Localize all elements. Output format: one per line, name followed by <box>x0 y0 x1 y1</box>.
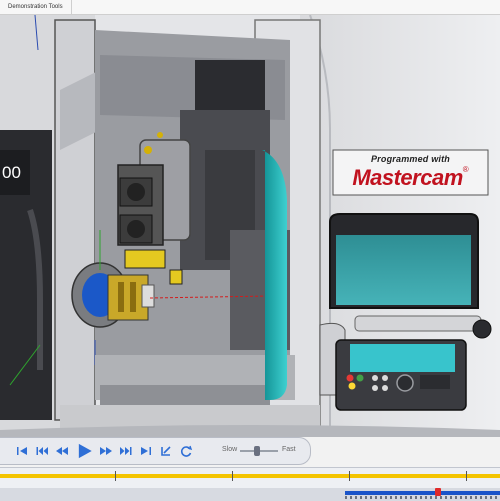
step-forward-icon <box>120 447 132 455</box>
badge-brand-row: Mastercam® <box>333 165 488 191</box>
skip-to-start-button[interactable] <box>14 443 30 459</box>
teal-accent-strip <box>262 150 287 400</box>
timeline-track[interactable] <box>0 474 500 478</box>
timeline-playhead-marker[interactable] <box>435 488 441 496</box>
reset-button[interactable] <box>158 443 174 459</box>
timeline-tick <box>466 471 467 481</box>
loop-button[interactable] <box>178 443 194 459</box>
fast-label: Fast <box>282 446 296 453</box>
play-button[interactable] <box>74 441 94 461</box>
simulation-timeline[interactable] <box>0 467 500 501</box>
playback-bar: Slow Fast <box>0 437 311 465</box>
loop-icon <box>180 445 193 457</box>
play-icon <box>78 443 92 459</box>
machine-scene <box>0 15 500 437</box>
timeline-tick <box>232 471 233 481</box>
skip-to-start-icon <box>17 447 27 455</box>
speed-slider-knob[interactable] <box>254 446 261 456</box>
rewind-button[interactable] <box>54 443 70 459</box>
badge-registered-mark: ® <box>462 165 469 174</box>
skip-to-end-button[interactable] <box>138 443 154 459</box>
timeline-tick <box>349 471 350 481</box>
fast-forward-button[interactable] <box>98 443 114 459</box>
rewind-icon <box>56 447 68 455</box>
timeline-operation-segment <box>345 491 500 495</box>
skip-to-end-icon <box>141 447 151 455</box>
slow-label: Slow <box>222 446 238 453</box>
menu-tab-demonstration-tools[interactable]: Demonstration Tools <box>0 0 72 14</box>
spindle-display-readout: 00 <box>2 163 21 182</box>
step-forward-button[interactable] <box>118 443 134 459</box>
timeline-event-dots <box>345 496 500 499</box>
reset-icon <box>161 446 171 456</box>
fast-forward-icon <box>100 447 112 455</box>
mastercam-badge: Programmed with Mastercam® <box>333 150 488 195</box>
menu-bar: Demonstration Tools <box>0 0 500 15</box>
badge-brand: Mastercam <box>352 165 463 190</box>
simulation-viewport[interactable]: 00 Programmed with Mastercam® <box>0 15 500 437</box>
timeline-tick <box>115 471 116 481</box>
step-back-large-icon <box>36 447 48 455</box>
step-back-large-button[interactable] <box>34 443 50 459</box>
badge-subtitle: Programmed with <box>370 154 450 164</box>
